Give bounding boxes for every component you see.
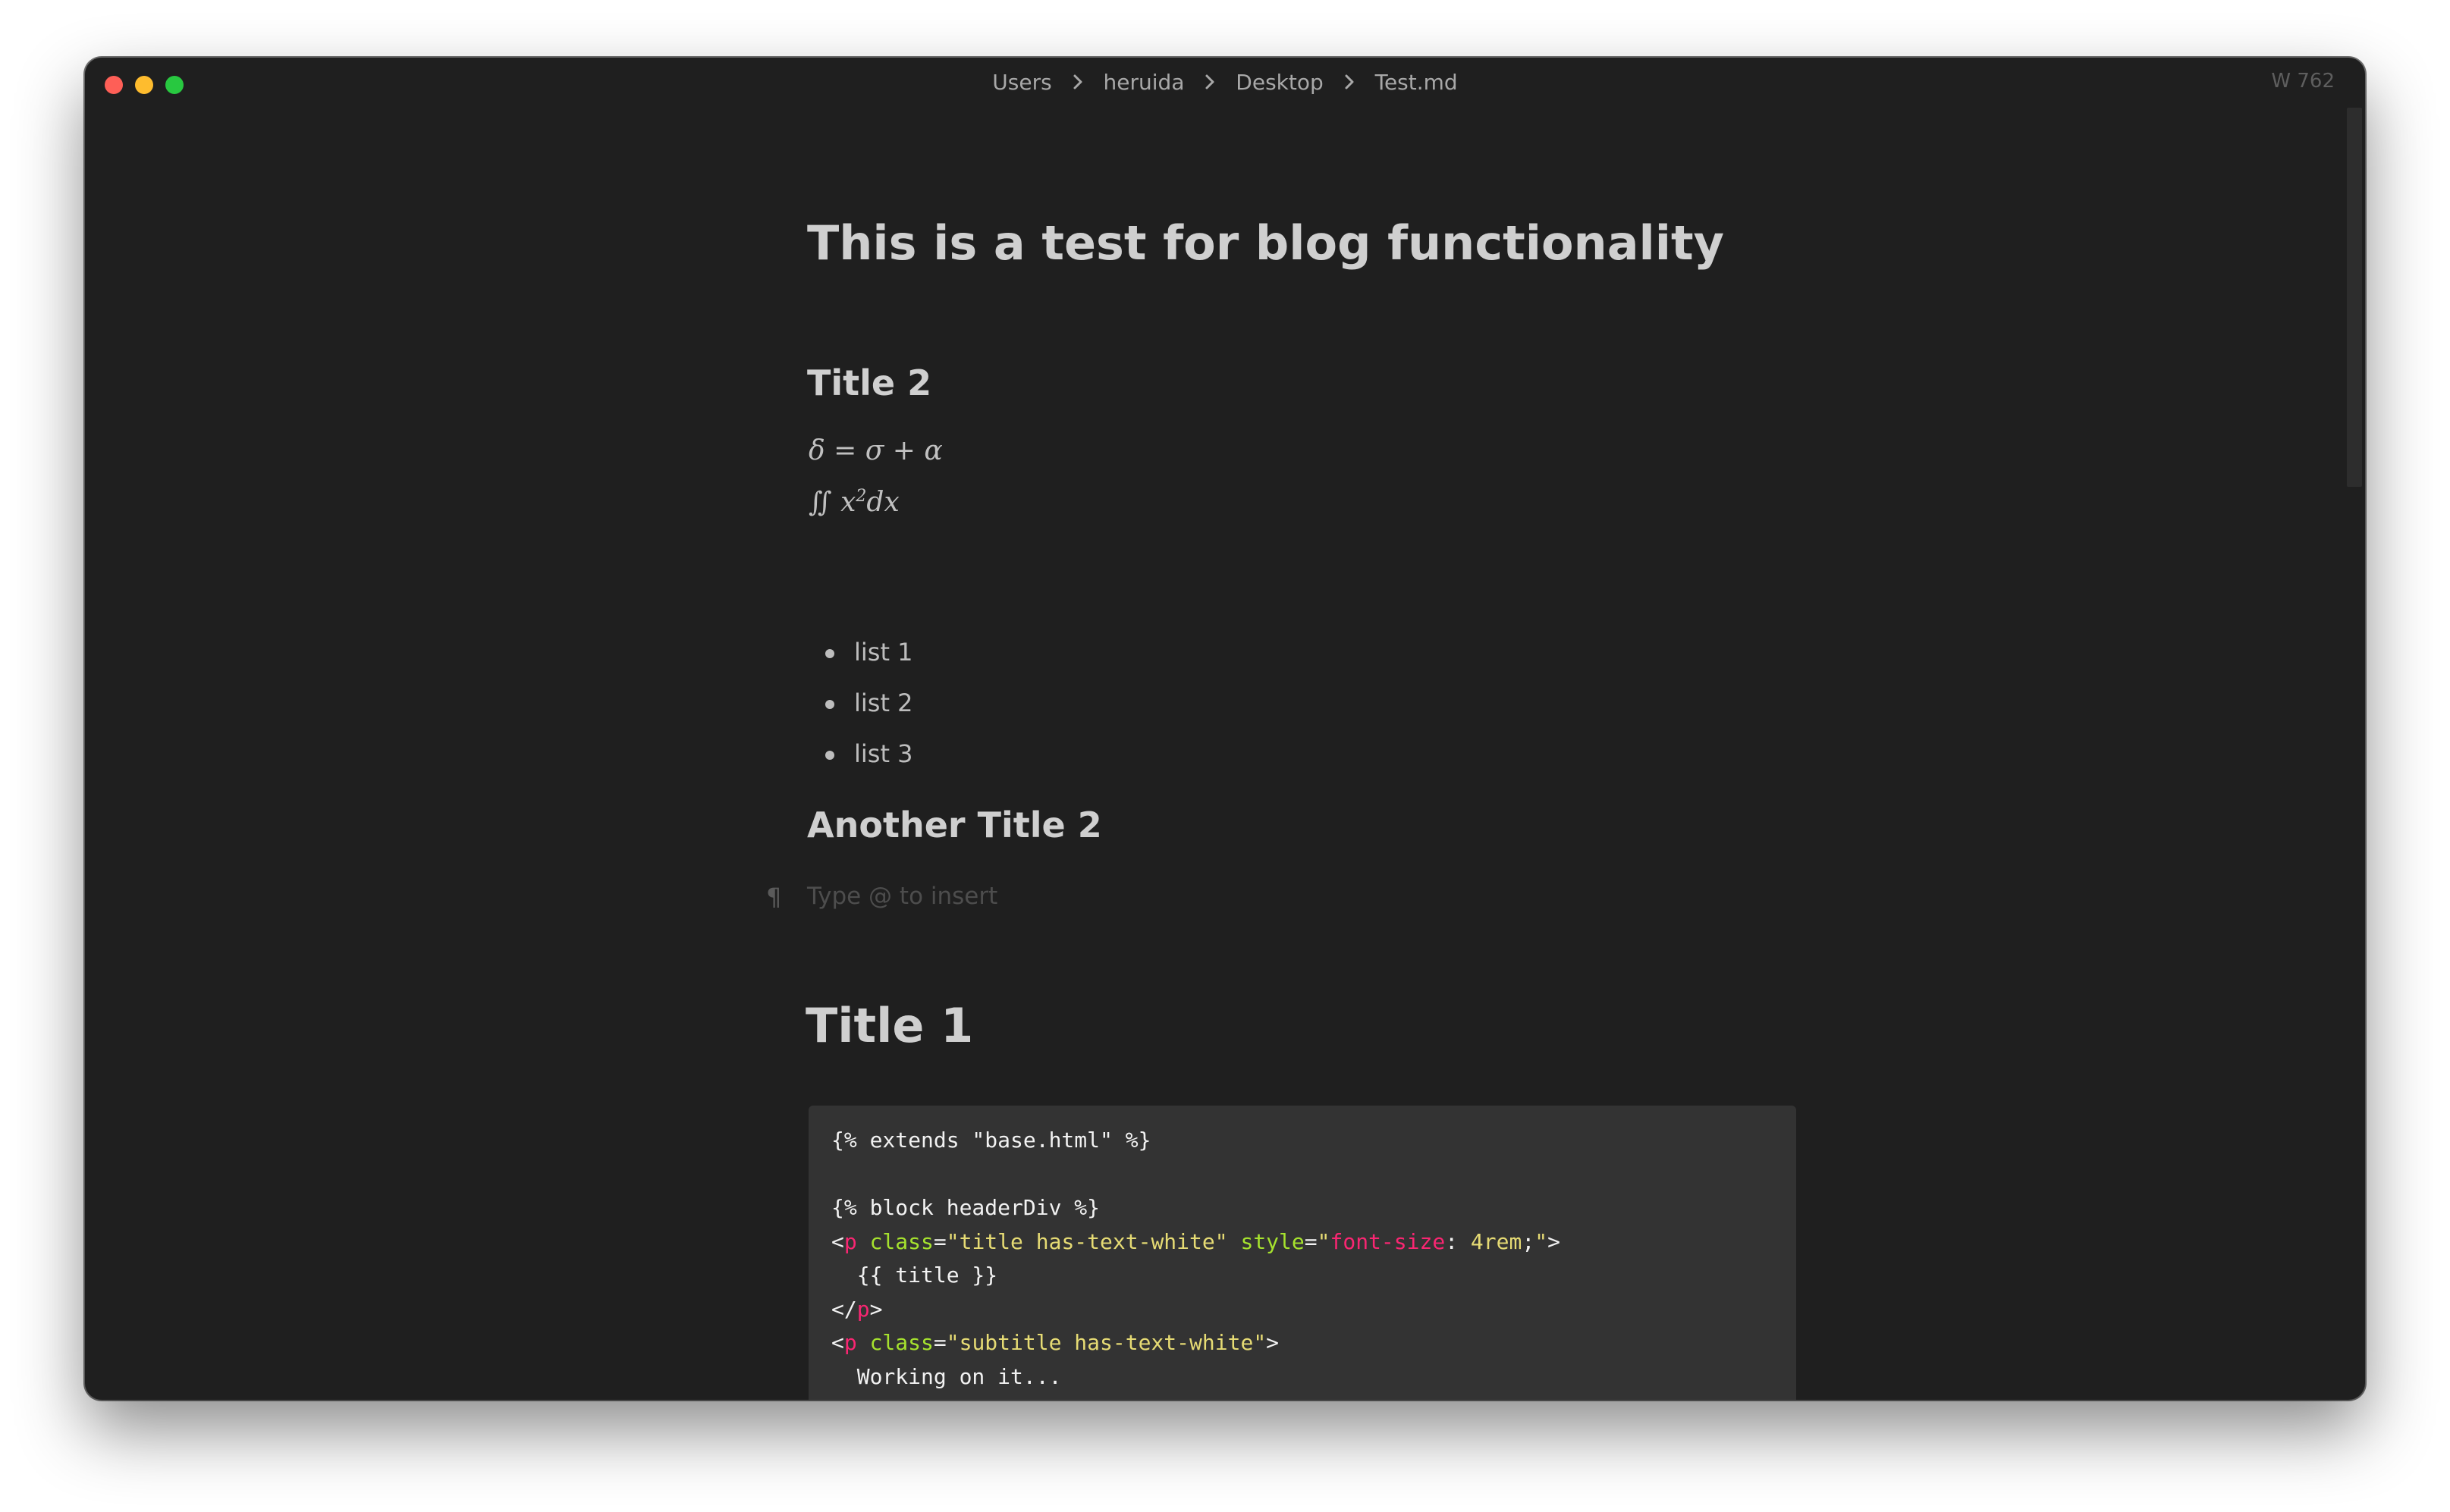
code-line: {% extends "base.html" %} — [831, 1124, 1560, 1158]
insert-placeholder[interactable]: Type @ to insert — [807, 883, 997, 910]
list-item-text: list 3 — [854, 739, 913, 768]
list-item[interactable]: list 2 — [807, 688, 913, 739]
code-token: < — [831, 1228, 844, 1254]
document-body[interactable]: This is a test for blog functionality Ti… — [722, 58, 1799, 1400]
code-token: class — [869, 1228, 934, 1254]
code-token: > — [1547, 1228, 1560, 1254]
code-token: p — [843, 1330, 857, 1355]
code-token: "title has-text-white" — [946, 1228, 1228, 1254]
code-token: {{ title }} — [831, 1263, 998, 1288]
bullet-icon — [825, 700, 834, 709]
scrollbar-thumb[interactable] — [2347, 108, 2362, 487]
code-token: > — [1266, 1330, 1280, 1355]
code-line: <p class="subtitle has-text-white"> — [831, 1326, 1560, 1360]
code-line: </p> — [831, 1293, 1560, 1327]
word-count[interactable]: W 762 — [2271, 70, 2335, 93]
code-line: <p class="title has-text-white" style="f… — [831, 1225, 1560, 1259]
bullet-icon — [825, 751, 834, 760]
math-equation-2[interactable]: ∬ x2dx — [809, 487, 900, 518]
code-block[interactable]: {% extends "base.html" %} {% block header… — [809, 1106, 1796, 1400]
code-token: font-size — [1330, 1228, 1446, 1254]
code-line: {{ title }} — [831, 1259, 1560, 1293]
code-token: Working on it... — [831, 1363, 1062, 1389]
code-token: 4rem — [1470, 1228, 1522, 1254]
paragraph-mark-icon[interactable]: ¶ — [766, 883, 781, 911]
code-line: {% block headerDiv %} — [831, 1191, 1560, 1225]
document-title[interactable]: This is a test for blog functionality — [807, 215, 1724, 271]
bullet-icon — [825, 649, 834, 658]
heading-title-1[interactable]: Title 1 — [806, 998, 973, 1053]
code-token: {% extends "base.html" %} — [831, 1128, 1151, 1153]
code-token: < — [831, 1330, 844, 1355]
list-item-text: list 2 — [854, 689, 913, 717]
code-token: </ — [831, 1296, 857, 1322]
code-token: = — [1304, 1228, 1318, 1254]
math-differential: dx — [866, 487, 900, 518]
code-token: p — [856, 1296, 870, 1322]
math-exponent: 2 — [856, 487, 867, 506]
bullet-list: list 1 list 2 list 3 — [807, 637, 913, 789]
code-token: " — [1534, 1228, 1548, 1254]
math-integral: ∬ x — [809, 487, 856, 518]
code-token: > — [869, 1296, 883, 1322]
code-token: : — [1445, 1228, 1471, 1254]
code-token: = — [933, 1330, 947, 1355]
code-token: ; — [1522, 1228, 1535, 1254]
code-token: " — [1317, 1228, 1330, 1254]
list-item-text: list 1 — [854, 638, 913, 667]
code-token: "subtitle has-text-white" — [946, 1330, 1267, 1355]
math-equation-1[interactable]: δ = σ + α — [809, 435, 943, 466]
code-token: = — [933, 1228, 947, 1254]
code-token: {% block headerDiv %} — [831, 1195, 1101, 1220]
code-line: Working on it... — [831, 1360, 1560, 1394]
heading-another-title-2[interactable]: Another Title 2 — [807, 805, 1102, 845]
vertical-scrollbar[interactable] — [2347, 108, 2362, 1397]
list-item[interactable]: list 1 — [807, 637, 913, 688]
code-content[interactable]: {% extends "base.html" %} {% block header… — [831, 1124, 1560, 1394]
list-item[interactable]: list 3 — [807, 739, 913, 789]
editor-window: Users heruida Desktop Test.md W 762 This… — [85, 58, 2365, 1400]
code-token: p — [843, 1228, 857, 1254]
heading-title-2[interactable]: Title 2 — [807, 362, 931, 403]
code-token: style — [1240, 1228, 1305, 1254]
code-token: class — [869, 1330, 934, 1355]
